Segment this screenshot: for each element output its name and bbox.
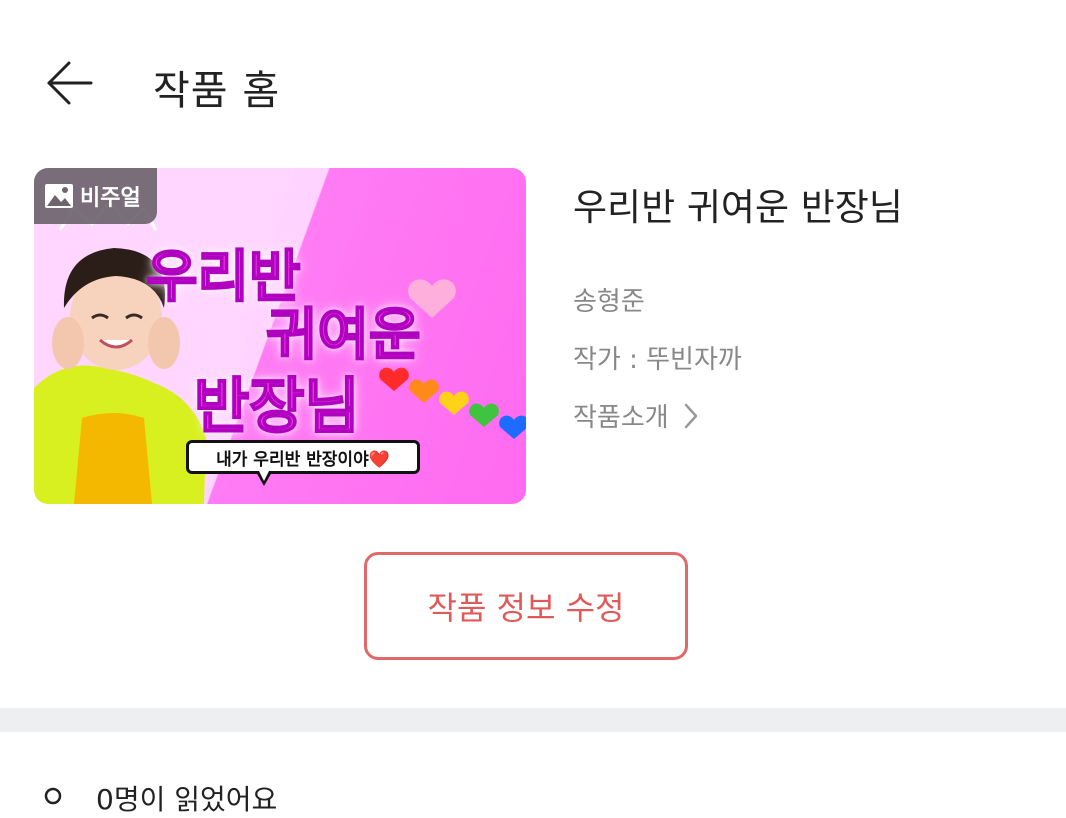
chevron-right-icon	[684, 403, 697, 428]
work-intro-link[interactable]: 작품소개	[573, 397, 699, 434]
writer-line: 작가 : 뚜빈자까	[573, 345, 742, 375]
speech-bubble: 내가 우리반 반장이야❤️	[186, 440, 420, 474]
person-icon	[44, 787, 62, 805]
section-divider	[0, 708, 1066, 732]
author-name: 송형준	[573, 287, 645, 317]
image-icon	[45, 184, 73, 208]
work-title: 우리반 귀여운 반장님	[573, 186, 903, 229]
app-header: 작품 홈	[0, 0, 1066, 165]
page-title: 작품 홈	[153, 68, 281, 114]
readers-text: 0명이 읽었어요	[96, 783, 278, 816]
back-button[interactable]	[36, 50, 102, 116]
speech-bubble-tail-inner	[259, 471, 269, 481]
visual-badge: 비주얼	[34, 168, 157, 224]
cover-image[interactable]: 비주얼 우리반 귀여운 반장님 내가 우리반 반장이야❤️	[34, 168, 526, 504]
arrow-left-icon	[47, 61, 93, 105]
edit-work-info-button[interactable]: 작품 정보 수정	[364, 552, 688, 660]
work-intro-label: 작품소개	[573, 403, 669, 433]
readers-count: 0명이 읽었어요	[40, 778, 277, 818]
badge-label: 비주얼	[80, 186, 141, 211]
cover-title-line-3: 반장님	[193, 371, 361, 443]
